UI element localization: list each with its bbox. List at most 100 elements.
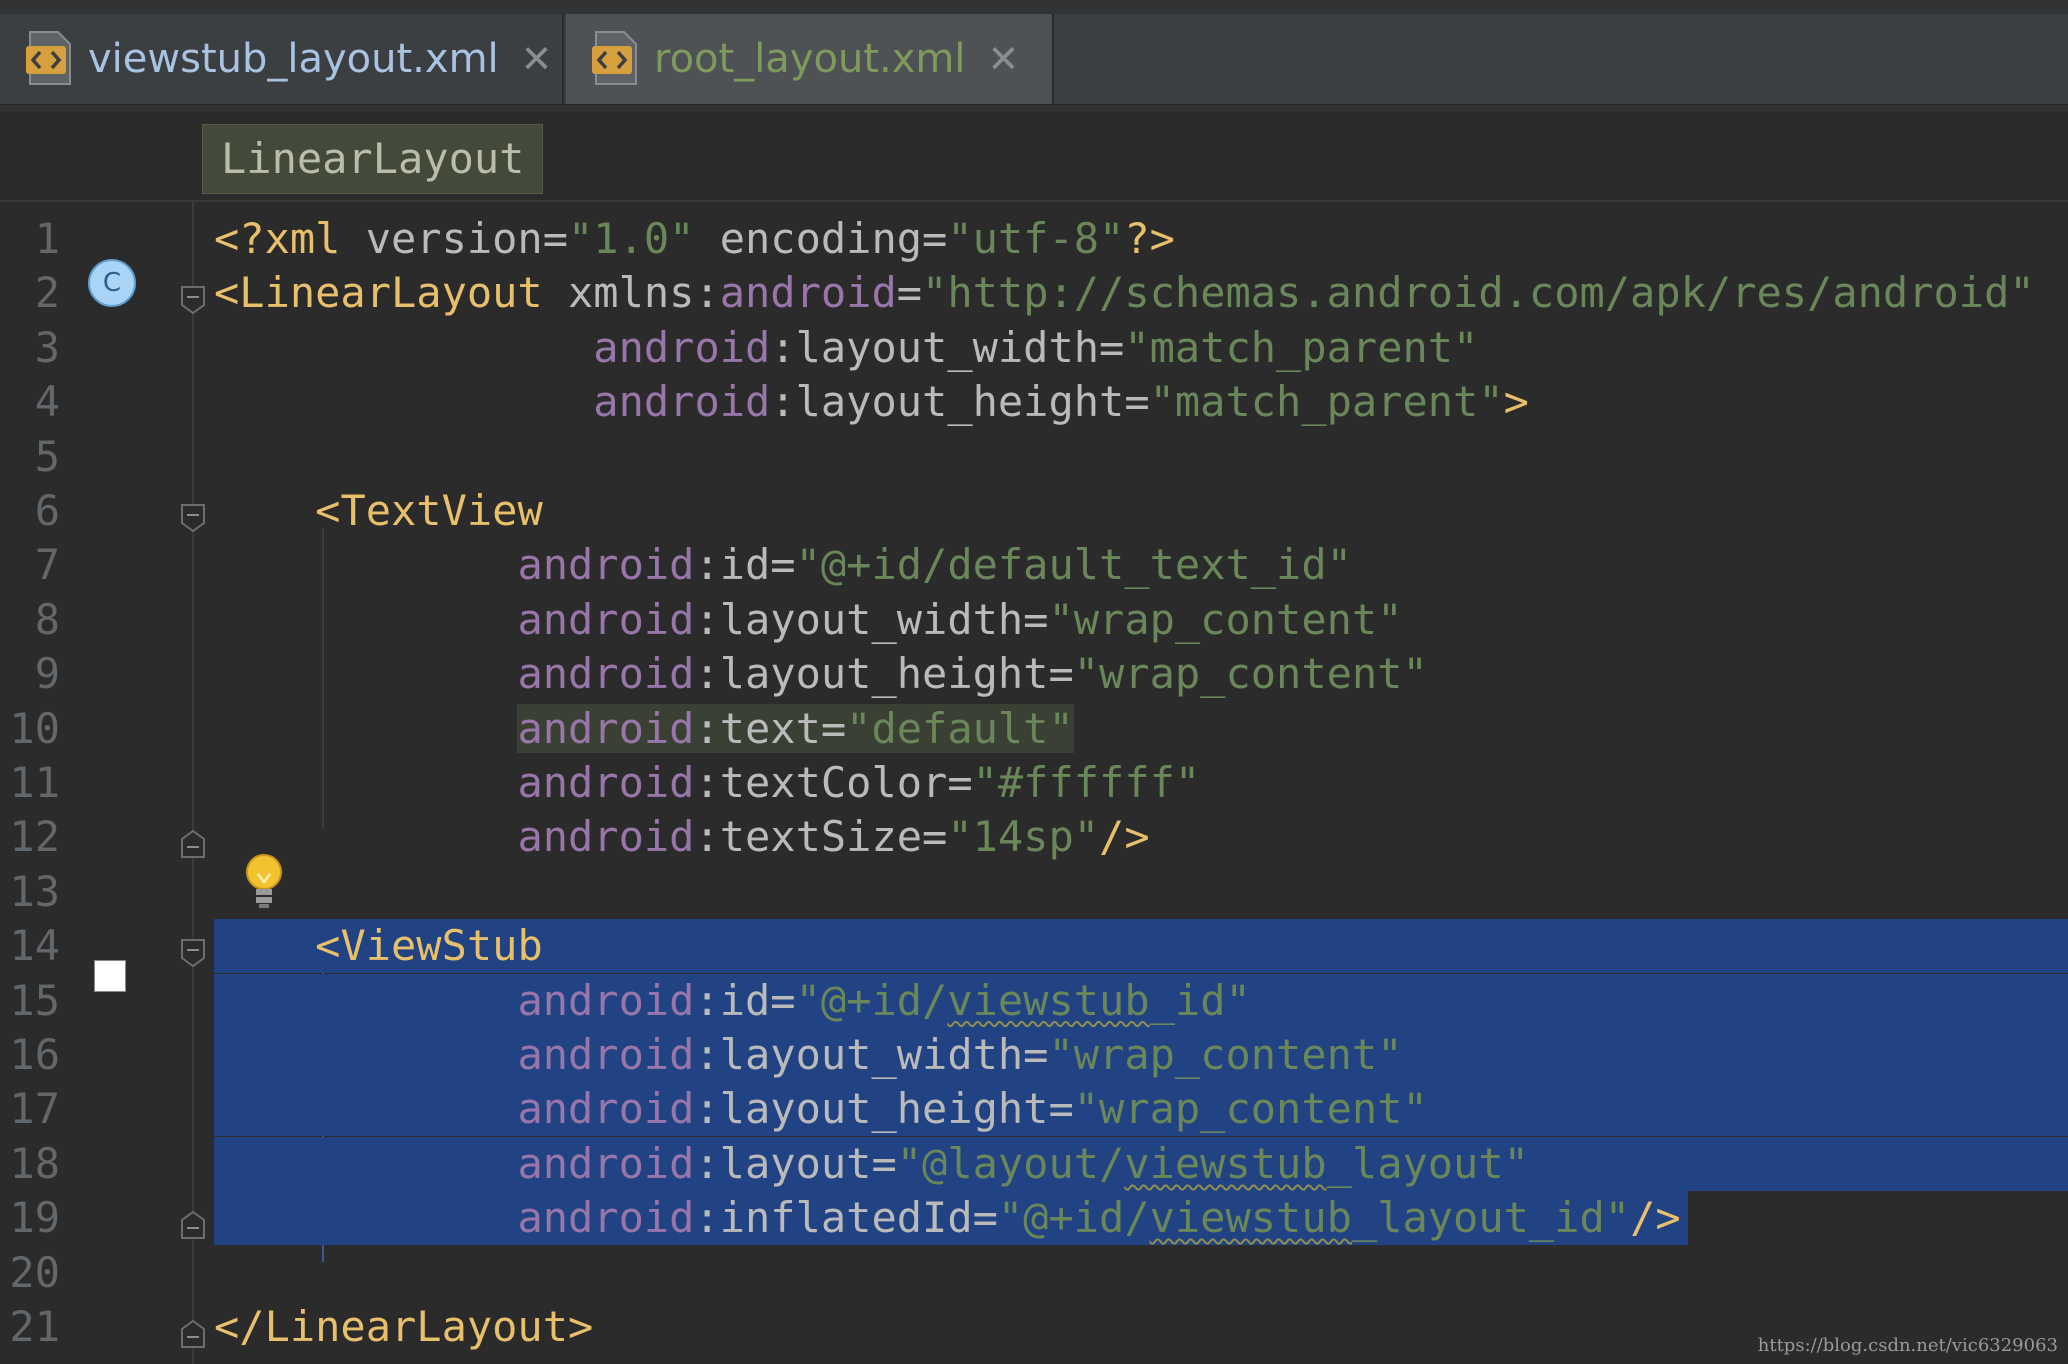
code-line[interactable]: 5 [0,430,2068,484]
xml-file-icon [590,30,640,88]
code-text: android:inflatedId="@+id/viewstub_layout… [214,1191,1681,1245]
code-token: "wrap_content" [1073,649,1428,699]
code-token: "default" [846,703,1074,753]
code-token: :layout_width= [694,1030,1049,1079]
code-line[interactable]: 1 <?xml version="1.0" encoding="utf-8"?> [0,212,2068,266]
code-line[interactable]: 16 android:layout_width="wrap_content" [0,1028,2068,1082]
code-line[interactable]: 20 [0,1246,2068,1300]
code-token: <ViewStub [315,921,543,971]
code-token: "wrap_content" [1048,594,1403,644]
code-line[interactable]: 17 android:layout_height="wrap_content" [0,1082,2068,1137]
code-line[interactable]: 19 android:inflatedId="@+id/viewstub_lay… [0,1191,2068,1246]
code-token: android [517,594,695,644]
code-line[interactable]: 13 [0,865,2068,919]
code-line[interactable]: 18 android:layout="@layout/viewstub_layo… [0,1136,2068,1191]
fold-end-icon[interactable] [178,1201,208,1240]
code-token: ?> [1124,214,1175,263]
fold-start-icon[interactable] [178,494,208,533]
code-token: _id" [1149,975,1251,1025]
fold-end-icon[interactable] [178,820,208,859]
code-token: /> [1630,1193,1681,1243]
code-line[interactable]: 14 <ViewStub [0,919,2068,974]
code-line[interactable]: 15 android:id="@+id/viewstub_id" [0,973,2068,1028]
code-token: _layout" [1326,1138,1529,1188]
code-text: android:id="@+id/viewstub_id" [214,974,1251,1028]
tab-viewstub-layout[interactable]: viewstub_layout.xml ✕ [0,14,564,104]
line-number: 4 [34,377,60,427]
code-token: "1.0" [568,214,695,263]
code-line[interactable]: 11 android:textColor="#ffffff" [0,756,2068,810]
breadcrumb-linearlayout[interactable]: LinearLayout [202,124,544,194]
fold-start-icon[interactable] [178,276,208,315]
code-token: :textSize= [694,812,948,862]
code-token: "wrap_content" [1073,1084,1428,1134]
code-token: :layout_width= [694,594,1049,644]
code-token: :id= [694,975,796,1025]
code-token: android [517,649,695,699]
tab-root-layout[interactable]: root_layout.xml ✕ [566,14,1054,104]
code-token: :layout_width= [770,322,1125,372]
line-number: 3 [34,322,60,372]
code-text: <TextView [214,484,543,538]
line-number: 20 [9,1247,60,1297]
code-token: :textColor= [694,758,973,807]
line-number: 14 [9,921,60,971]
code-token: </LinearLayout> [214,1302,594,1351]
code-text: <ViewStub [214,919,543,973]
code-text: android:layout_height="wrap_content" [214,1082,1428,1136]
tab-label: viewstub_layout.xml [88,36,499,82]
fold-end-icon[interactable] [178,1310,208,1348]
code-token: encoding= [694,214,948,263]
code-line[interactable]: 6 <TextView [0,484,2068,538]
close-tab-icon[interactable]: ✕ [987,37,1019,81]
code-token: android [593,377,771,427]
code-editor[interactable]: C 1 <?xml version="1.0" encoding="utf-8"?… [0,202,2068,1364]
code-token: "utf-8" [947,214,1125,263]
code-token: android [593,322,771,372]
code-line[interactable]: 10 android:text="default" [0,702,2068,756]
code-line[interactable]: 2 <LinearLayout xmlns:android="http://sch… [0,266,2068,320]
code-token: "match_parent" [1124,322,1479,372]
line-number: 17 [9,1084,60,1134]
code-text: android:layout_width="wrap_content" [214,593,1402,647]
code-line[interactable]: 12 android:textSize="14sp"/> [0,810,2068,864]
line-number: 1 [34,214,60,263]
code-line[interactable]: 9 android:layout_height="wrap_content" [0,647,2068,701]
line-number: 21 [9,1302,60,1351]
line-number: 2 [34,268,60,318]
watermark-url: https://blog.csdn.net/vic6329063 [1757,1335,2058,1356]
code-line[interactable]: 7 android:id="@+id/default_text_id" [0,538,2068,592]
fold-start-icon[interactable] [178,929,208,968]
code-token: "match_parent" [1149,377,1504,427]
code-text: <LinearLayout xmlns:android="http://sche… [214,266,2035,320]
code-token: "wrap_content" [1048,1030,1403,1079]
line-number: 19 [9,1193,60,1243]
editor-tab-bar: viewstub_layout.xml ✕ root_layout.xml ✕ [0,0,2068,113]
line-number: 6 [34,486,60,535]
code-line[interactable]: 3 android:layout_width="match_parent" [0,321,2068,375]
line-number: 8 [34,594,60,644]
code-token: <TextView [315,486,543,535]
close-tab-icon[interactable]: ✕ [521,37,553,81]
code-token: = [896,268,923,318]
code-token: :layout_height= [770,377,1150,427]
code-token: android [517,812,695,862]
code-line[interactable]: 8 android:layout_width="wrap_content" [0,593,2068,647]
code-token: "@layout/ [896,1138,1125,1188]
code-line[interactable]: 4 android:layout_height="match_parent"> [0,375,2068,429]
code-token: "@+id/ [997,1193,1150,1243]
code-token: viewstub [1149,1193,1352,1243]
tab-bar-top-strip [0,0,2068,14]
code-text: android:text="default" [214,702,1074,756]
line-number: 9 [34,649,60,699]
code-token: "14sp" [947,812,1100,862]
